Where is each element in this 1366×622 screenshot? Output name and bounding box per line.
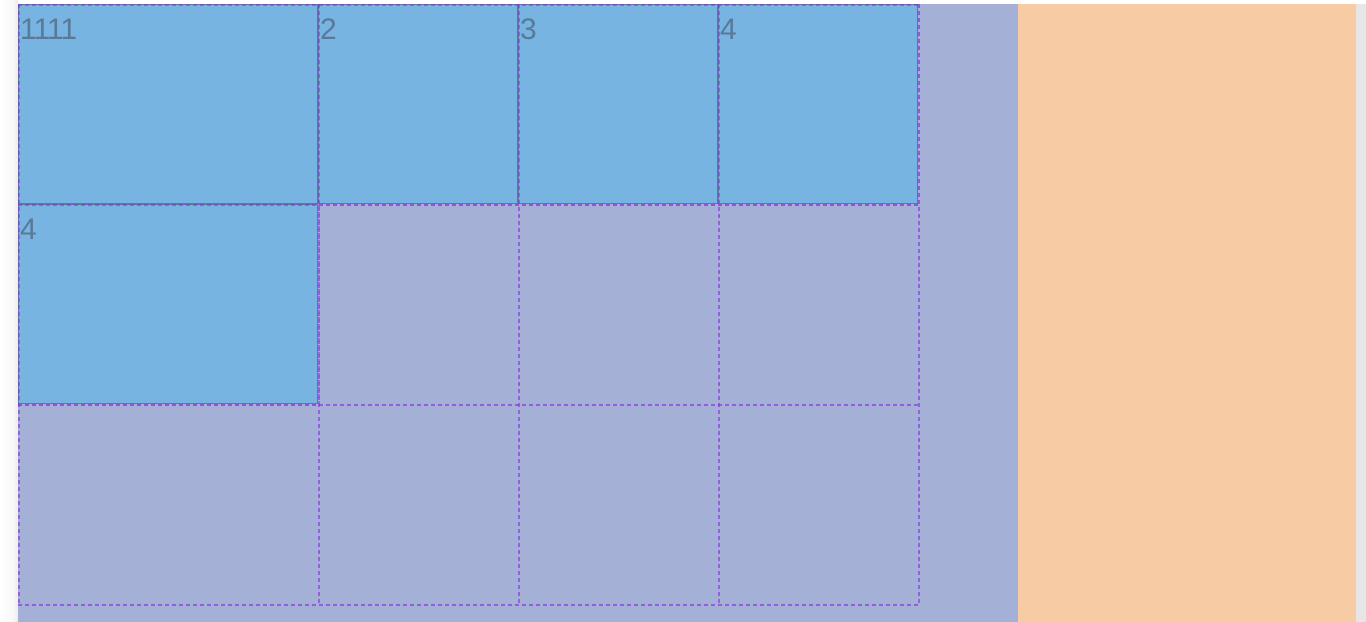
grid-item-1: 1111 (18, 4, 318, 204)
grid-item-2: 2 (318, 4, 518, 204)
left-gutter (0, 0, 18, 622)
grid-item-3: 3 (518, 4, 718, 204)
grid-container: 1111 2 3 4 4 (18, 4, 1018, 622)
grid-item-4: 4 (718, 4, 918, 204)
page: 1111 2 3 4 4 (0, 0, 1366, 622)
grid-item-5: 4 (18, 204, 318, 404)
scrollbar-track[interactable] (1356, 4, 1366, 622)
aside-panel (1018, 4, 1356, 622)
